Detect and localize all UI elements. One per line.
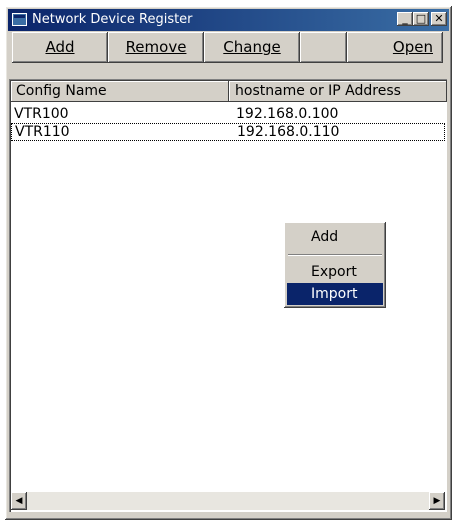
host-cell: 192.168.0.100	[236, 106, 339, 122]
maximize-button[interactable]: □	[413, 12, 429, 26]
menu-separator	[288, 254, 382, 256]
config-name-cell: VTR110	[15, 124, 70, 140]
host-cell: 192.168.0.110	[237, 124, 340, 140]
scroll-right-icon[interactable]: ▶	[429, 492, 445, 510]
column-header-config-name[interactable]: Config Name	[11, 81, 229, 102]
network-device-register-window: Network Device Register _ □ ✕ Add Remove…	[5, 6, 452, 520]
toolbar: Add Remove Change Open	[8, 32, 449, 63]
config-name-cell: VTR100	[14, 106, 69, 122]
menu-item-import[interactable]: Import	[287, 283, 383, 305]
minimize-button[interactable]: _	[397, 12, 413, 26]
table-row[interactable]: VTR110 192.168.0.110	[11, 123, 445, 141]
remove-button[interactable]: Remove	[108, 32, 204, 63]
window-title: Network Device Register	[32, 12, 193, 27]
add-button[interactable]: Add	[12, 32, 108, 63]
menu-item-add[interactable]: Add	[287, 226, 383, 248]
title-bar[interactable]: Network Device Register _ □ ✕	[8, 9, 449, 31]
context-menu: Add Export Import	[284, 222, 386, 308]
change-button[interactable]: Change	[204, 32, 300, 63]
horizontal-scrollbar[interactable]: ◀ ▶	[11, 492, 445, 510]
menu-item-export[interactable]: Export	[287, 261, 383, 283]
open-button[interactable]: Open	[347, 32, 443, 63]
close-button[interactable]: ✕	[431, 12, 447, 26]
scroll-left-icon[interactable]: ◀	[11, 492, 27, 510]
app-window-icon[interactable]	[12, 13, 27, 26]
table-row[interactable]: VTR100 192.168.0.100	[11, 105, 445, 123]
toolbar-spacer	[300, 32, 347, 63]
column-header-hostname[interactable]: hostname or IP Address	[229, 81, 447, 102]
